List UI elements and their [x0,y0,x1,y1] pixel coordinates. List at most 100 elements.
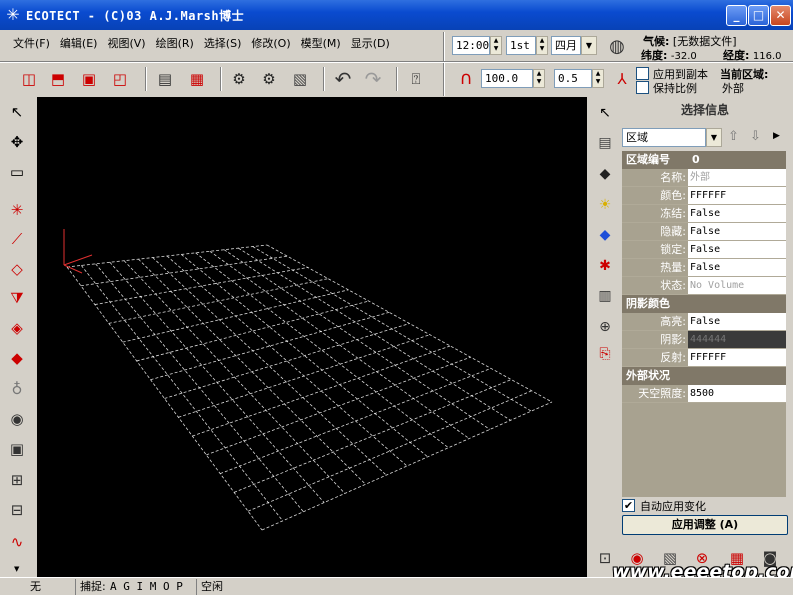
menu-modify[interactable]: 修改(O) [246,33,295,55]
menu-display[interactable]: 显示(D) [346,33,395,55]
line-icon[interactable]: ⟋ [4,226,30,252]
help-icon[interactable]: ⍰ [404,67,428,91]
property-value[interactable]: False [688,241,786,258]
snap-modes[interactable]: A G I M O P [110,579,183,594]
time-spinner[interactable]: ▲ ▼ [490,36,502,55]
render-icon[interactable]: ▤ [153,67,177,91]
grid-line-v [220,367,492,475]
property-row: 天空照度: 8500 [622,385,786,403]
menu-edit[interactable]: 编辑(E) [55,33,103,55]
section-value: 0 [692,153,700,166]
redo-icon[interactable]: ↷ [361,67,385,91]
tolerance-field[interactable]: 0.5 [554,69,592,88]
arrow-down-icon[interactable]: ⇩ [750,129,761,144]
grid-render-icon[interactable]: ▦ [185,67,209,91]
day-spinner[interactable]: ▲ ▼ [536,36,548,55]
sun-icon[interactable]: ☀ [593,193,617,217]
property-label: 热量: [622,259,688,276]
chevron-down-icon[interactable]: ▼ [706,128,722,147]
property-value[interactable]: False [688,259,786,276]
axis-icon[interactable]: ⅄ [610,67,634,91]
section-header: 区域编号 0 [622,151,786,169]
property-value[interactable]: False [688,205,786,222]
toolbar-separator [145,67,147,91]
snap-value-spinner[interactable]: ▲ ▼ [533,69,545,88]
export-data-icon[interactable]: ⎘ [593,342,617,366]
appliance-icon[interactable]: ⊞ [4,467,30,493]
arrow-right-icon[interactable]: ▶ [773,131,780,141]
arrow-up-icon[interactable]: ⇧ [728,129,739,144]
property-value[interactable]: 8500 [688,385,786,402]
speaker-icon[interactable]: ◉ [4,406,30,432]
property-row: 冻结: False [622,205,786,223]
materials-icon[interactable]: ▤ [593,131,617,155]
menu-model[interactable]: 模型(M) [296,33,346,55]
property-value[interactable]: 444444 [688,331,786,348]
zone-select[interactable]: 区域 [622,128,706,147]
close-button[interactable]: ✕ [770,5,791,26]
pointer-icon[interactable]: ↖ [4,99,30,125]
zoom-icon[interactable]: ▭ [4,159,30,185]
property-label: 锁定: [622,241,688,258]
selection-info-icon[interactable]: ↖ [593,101,617,125]
property-row: 高亮: False [622,313,786,331]
move-icon[interactable]: ✥ [4,129,30,155]
status-bar: 无 捕捉: A G I M O P 空闲 [0,577,793,595]
toolbar-divider [0,61,793,63]
grid-line-u [109,262,325,503]
save-file-icon[interactable]: ▣ [77,67,101,91]
menu-draw[interactable]: 绘图(R) [151,33,199,55]
property-value[interactable]: FFFFFF [688,349,786,366]
molecule-icon[interactable]: ✱ [593,254,617,278]
model-viewport[interactable] [37,97,587,577]
maximize-button[interactable]: □ [748,5,769,26]
export-icon[interactable]: ◰ [108,67,132,91]
light-bulb-icon[interactable]: ♁ [4,376,30,402]
new-file-icon[interactable]: ◫ [17,67,41,91]
settings-gear-icon[interactable]: ⚙ [227,67,251,91]
checker-icon[interactable]: ◆ [593,162,617,186]
scroll-down-icon[interactable]: ▼ [14,565,19,573]
undo-icon[interactable]: ↶ [331,67,355,91]
apply-adjust-button[interactable]: 应用调整 (A) [622,515,788,535]
preferences-gear-icon[interactable]: ⚙ [257,67,281,91]
open-file-icon[interactable]: ⬒ [46,67,70,91]
globe-icon[interactable]: ◍ [605,35,629,59]
property-value[interactable]: False [688,313,786,330]
menu-select[interactable]: 选择(S) [199,33,247,55]
auto-apply-checkbox[interactable]: ✔ [622,499,635,512]
snap-value-field[interactable]: 100.0 [481,69,533,88]
network-icon[interactable]: ⊕ [593,315,617,339]
polygon-icon[interactable]: ◇ [4,256,30,282]
grid-tool-icon[interactable]: ⊟ [4,497,30,523]
roof-icon[interactable]: ⧩ [4,285,30,311]
grid-line-v [192,345,451,437]
minimize-button[interactable]: _ [726,5,747,26]
month-select[interactable]: 四月 [551,36,581,55]
menu-view[interactable]: 视图(V) [102,33,150,55]
plane-icon[interactable]: ◆ [4,345,30,371]
menu-file[interactable]: 文件(F) [8,33,55,55]
keep-ratio-checkbox[interactable] [636,81,649,94]
floor-icon[interactable]: ◈ [4,315,30,341]
property-label: 天空照度: [622,385,688,402]
trash-icon[interactable]: ▥ [593,284,617,308]
property-value[interactable]: No Volume [688,277,786,294]
property-value[interactable]: FFFFFF [688,187,786,204]
property-value[interactable]: 外部 [688,169,786,186]
curve-icon[interactable]: ∿ [4,529,30,555]
property-value[interactable]: False [688,223,786,240]
apply-to-copy-checkbox[interactable] [636,67,649,80]
grid-line-v [164,323,410,399]
point-icon[interactable]: ✳ [4,197,30,223]
camera-icon[interactable]: ▣ [4,436,30,462]
grid-line-u [166,255,408,467]
surface-icon[interactable]: ◆ [593,223,617,247]
magnet-icon[interactable]: ∩ [454,67,478,91]
chevron-down-icon[interactable]: ▼ [581,36,597,55]
property-row: 锁定: False [622,241,786,259]
time-field[interactable]: 12:00 [452,36,490,55]
day-field[interactable]: 1st [506,36,536,55]
model-settings-icon[interactable]: ▧ [288,67,312,91]
tolerance-spinner[interactable]: ▲ ▼ [592,69,604,88]
